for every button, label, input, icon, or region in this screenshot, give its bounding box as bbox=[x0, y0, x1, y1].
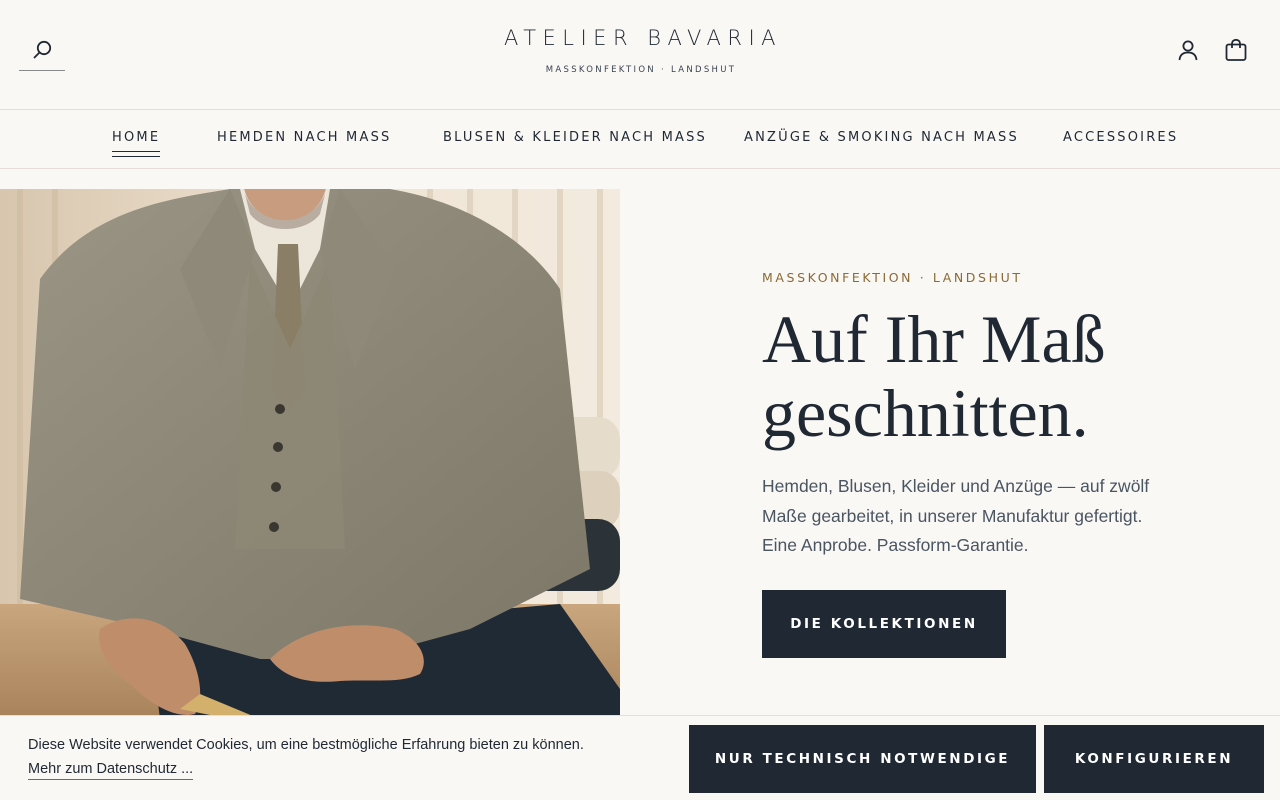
site-header: ATELIER BAVARIA MASSKONFEKTION · LANDSHU… bbox=[0, 0, 1280, 110]
brand-subtitle: MASSKONFEKTION · LANDSHUT bbox=[545, 65, 737, 75]
nav-item-anzuege-smoking[interactable]: ANZÜGE & SMOKING NACH MASS bbox=[744, 130, 1019, 145]
cart-button[interactable] bbox=[1224, 38, 1248, 62]
hero-image-tailor bbox=[0, 189, 620, 719]
search-button[interactable] bbox=[19, 36, 65, 71]
hero-eyebrow: MASSKONFEKTION · LANDSHUT bbox=[762, 270, 1023, 285]
necessary-cookies-button[interactable]: NUR TECHNISCH NOTWENDIGE bbox=[689, 725, 1036, 793]
brand-name: ATELIER BAVARIA bbox=[503, 26, 783, 50]
hero-headline: Auf Ihr Maß geschnitten. bbox=[762, 302, 1182, 450]
hero-headline-line2: geschnitten. bbox=[762, 375, 1089, 451]
cookie-banner: Diese Website verwendet Cookies, um eine… bbox=[0, 715, 1280, 800]
nav-item-home[interactable]: HOME bbox=[112, 130, 161, 157]
account-button[interactable] bbox=[1176, 38, 1200, 62]
account-icon bbox=[1178, 40, 1198, 61]
nav-item-hemden[interactable]: HEMDEN NACH MASS bbox=[217, 130, 391, 145]
search-icon bbox=[33, 40, 52, 59]
configure-cookies-button[interactable]: KONFIGURIEREN bbox=[1044, 725, 1264, 793]
hero-headline-line1: Auf Ihr Maß bbox=[762, 301, 1106, 377]
main-navigation: HOME HEMDEN NACH MASS BLUSEN & KLEIDER N… bbox=[0, 110, 1280, 169]
nav-item-blusen-kleider[interactable]: BLUSEN & KLEIDER NACH MASS bbox=[443, 130, 707, 145]
brand-logo[interactable]: ATELIER BAVARIA MASSKONFEKTION · LANDSHU… bbox=[440, 26, 840, 75]
cookie-message: Diese Website verwendet Cookies, um eine… bbox=[28, 737, 584, 753]
privacy-link[interactable]: Mehr zum Datenschutz ... bbox=[28, 761, 194, 780]
hero-description: Hemden, Blusen, Kleider und Anzüge — auf… bbox=[762, 476, 1150, 555]
nav-item-accessoires[interactable]: ACCESSOIRES bbox=[1063, 130, 1178, 145]
collections-button[interactable]: DIE KOLLEKTIONEN bbox=[762, 590, 1006, 658]
shopping-bag-icon bbox=[1225, 38, 1247, 61]
